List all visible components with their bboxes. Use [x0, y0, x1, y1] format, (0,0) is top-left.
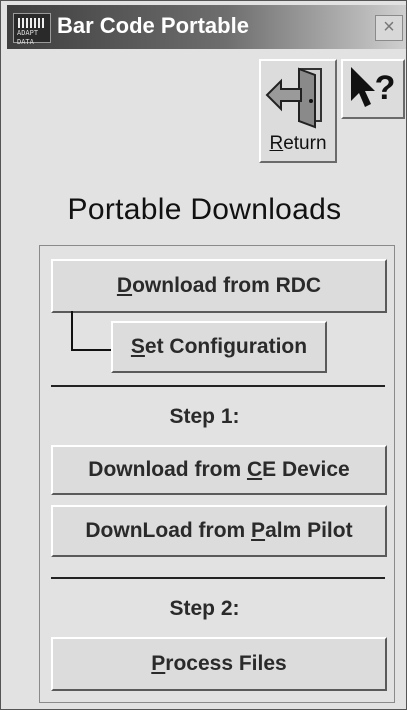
divider	[51, 385, 385, 387]
svg-text:?: ?	[375, 69, 396, 107]
close-button[interactable]: ×	[375, 15, 403, 41]
window-title: Bar Code Portable	[57, 13, 249, 38]
page-title: Portable Downloads	[67, 193, 342, 226]
help-pointer-icon: ?	[351, 67, 396, 107]
download-from-ce-device-button[interactable]: Download from CE Device	[51, 445, 387, 495]
context-help-button[interactable]: ?	[341, 59, 405, 119]
return-label: Return	[269, 133, 327, 154]
divider	[51, 577, 385, 579]
process-files-label: Process Files	[151, 652, 287, 675]
return-button[interactable]: Return	[259, 59, 337, 163]
app-window: ADAPT DATA Bar Code Portable × Return ? …	[0, 0, 407, 710]
title-bar[interactable]: ADAPT DATA Bar Code Portable ×	[7, 5, 406, 49]
close-icon: ×	[383, 16, 395, 38]
step1-label: Step 1:	[169, 405, 240, 428]
process-files-button[interactable]: Process Files	[51, 637, 387, 691]
barcode-graphic	[18, 18, 46, 28]
download-from-ce-device-label: Download from CE Device	[88, 458, 350, 481]
set-configuration-label: Set Configuration	[130, 335, 308, 358]
step2-label: Step 2:	[169, 597, 240, 620]
download-from-palm-pilot-label: DownLoad from Palm Pilot	[85, 519, 353, 542]
download-from-palm-pilot-button[interactable]: DownLoad from Palm Pilot	[51, 505, 387, 557]
tree-connector	[71, 311, 113, 351]
exit-door-icon	[265, 67, 322, 129]
app-icon: ADAPT DATA	[13, 13, 51, 46]
download-from-rdc-label: Download from RDC	[116, 274, 322, 297]
download-from-rdc-button[interactable]: Download from RDC	[51, 259, 387, 313]
app-icon-text: ADAPT DATA	[17, 29, 39, 46]
set-configuration-button[interactable]: Set Configuration	[111, 321, 327, 373]
